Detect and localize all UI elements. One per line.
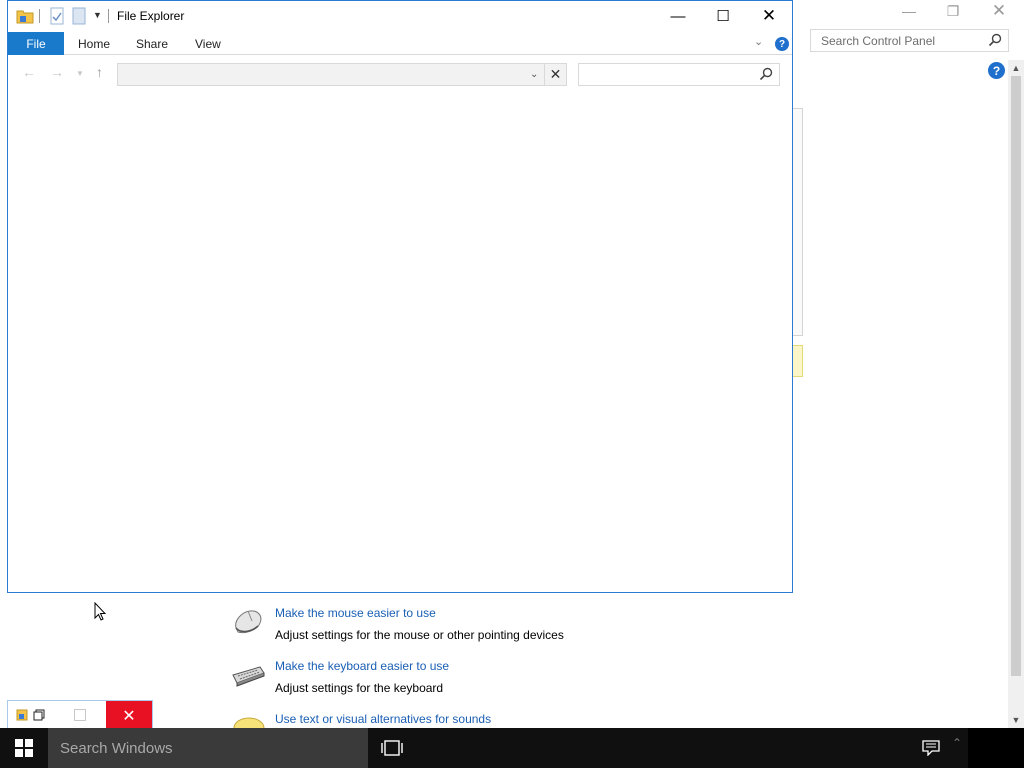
cp-desc-mouse: Adjust settings for the mouse or other p… [275,628,564,642]
content-pane[interactable] [8,92,792,592]
ribbon-tabs: File Home Share View ⌄ ? [8,31,792,55]
search-icon [988,33,1002,47]
help-icon[interactable]: ? [775,37,789,51]
cp-desc-keyboard: Adjust settings for the keyboard [275,681,444,695]
restore-icon[interactable] [33,709,45,721]
expand-ribbon-chevron-icon[interactable]: ⌄ [754,35,763,48]
cp-close-button[interactable]: ✕ [976,0,1022,22]
thumbnail-close-button[interactable]: ✕ [106,701,152,730]
taskbar-search-input[interactable]: Search Windows [48,728,368,768]
up-arrow-icon[interactable]: ↑ [96,64,103,80]
tab-home[interactable]: Home [78,37,110,51]
properties-icon[interactable] [50,7,64,25]
qa-separator [39,9,40,23]
search-icon [759,67,773,81]
cp-search-placeholder: Search Control Panel [821,34,936,48]
taskbar-search-placeholder: Search Windows [60,740,173,757]
cp-scrollbar[interactable]: ▲ ▼ [1008,60,1024,728]
task-view-icon[interactable] [380,738,404,758]
cp-minimize-button[interactable]: — [886,0,932,22]
close-button[interactable]: ✕ [746,1,792,31]
minimize-button[interactable]: — [655,1,701,31]
file-explorer-window: ▼ File Explorer — ☐ ✕ File Home Share Vi… [7,0,793,593]
cp-restore-button[interactable]: ❐ [930,0,976,22]
window-thumbnail-bar[interactable]: ✕ [7,700,153,731]
tab-share[interactable]: Share [136,37,168,51]
tray-chevron-icon[interactable]: ⌃ [952,736,962,750]
maximize-icon[interactable] [74,709,86,721]
maximize-button[interactable]: ☐ [700,1,746,31]
address-bar[interactable] [117,63,545,86]
cp-notification-bar [793,345,803,377]
cp-scroll-thumb[interactable] [1011,76,1021,676]
back-arrow-icon[interactable]: ← [22,64,36,80]
cp-search-input[interactable]: Search Control Panel [810,29,1009,52]
recent-locations-chevron-icon[interactable]: ▼ [76,69,84,78]
show-desktop-area[interactable] [968,728,1024,768]
scroll-up-arrow-icon[interactable]: ▲ [1008,60,1024,76]
tab-file[interactable]: File [8,32,64,55]
start-button[interactable] [0,728,48,768]
new-folder-icon[interactable] [72,7,86,25]
window-title: File Explorer [117,9,185,23]
taskbar: Search Windows ⌃ [0,728,1024,768]
customize-qa-chevron-icon[interactable]: ▼ [93,10,102,28]
address-clear-icon[interactable]: ✕ [545,63,567,86]
keyboard-icon [232,666,265,687]
fe-titlebar[interactable]: ▼ File Explorer — ☐ ✕ [8,1,792,31]
cp-link-keyboard[interactable]: Make the keyboard easier to use [275,659,449,673]
cp-link-sounds[interactable]: Use text or visual alternatives for soun… [275,712,491,726]
forward-arrow-icon[interactable]: → [50,64,64,80]
cp-side-panel [793,108,803,336]
fe-search-input[interactable] [578,63,780,86]
tab-view[interactable]: View [195,37,221,51]
navigation-bar: ← → ▼ ↑ ⌄ ✕ [8,56,792,92]
cursor-icon [94,602,106,621]
scroll-down-arrow-icon[interactable]: ▼ [1008,712,1024,728]
action-center-icon[interactable] [922,740,940,756]
app-icon [16,709,28,721]
cp-link-mouse[interactable]: Make the mouse easier to use [275,606,436,620]
folder-icon [16,10,34,24]
qa-separator [108,9,109,23]
cp-help-icon[interactable]: ? [988,62,1005,79]
windows-logo-icon [15,739,33,757]
mouse-icon [235,610,262,634]
